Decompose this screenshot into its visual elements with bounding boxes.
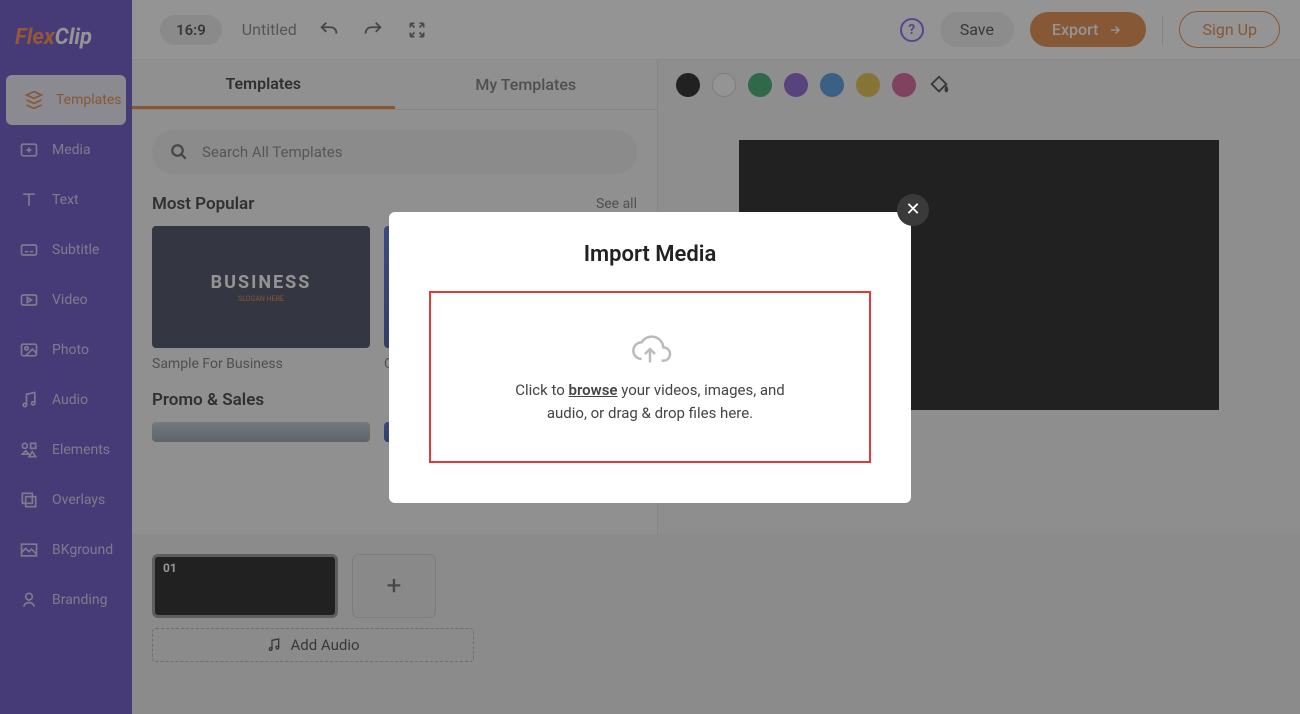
modal-overlay[interactable]: ✕ Import Media Click to browse your vide…: [0, 0, 1300, 714]
dropzone[interactable]: Click to browse your videos, images, and…: [429, 291, 871, 463]
dropzone-text: Click to browse your videos, images, and…: [500, 379, 800, 424]
upload-cloud-icon: [628, 329, 672, 369]
modal-title: Import Media: [429, 242, 871, 267]
import-media-modal: ✕ Import Media Click to browse your vide…: [389, 212, 911, 503]
browse-link[interactable]: browse: [569, 381, 618, 399]
close-icon[interactable]: ✕: [897, 194, 929, 226]
